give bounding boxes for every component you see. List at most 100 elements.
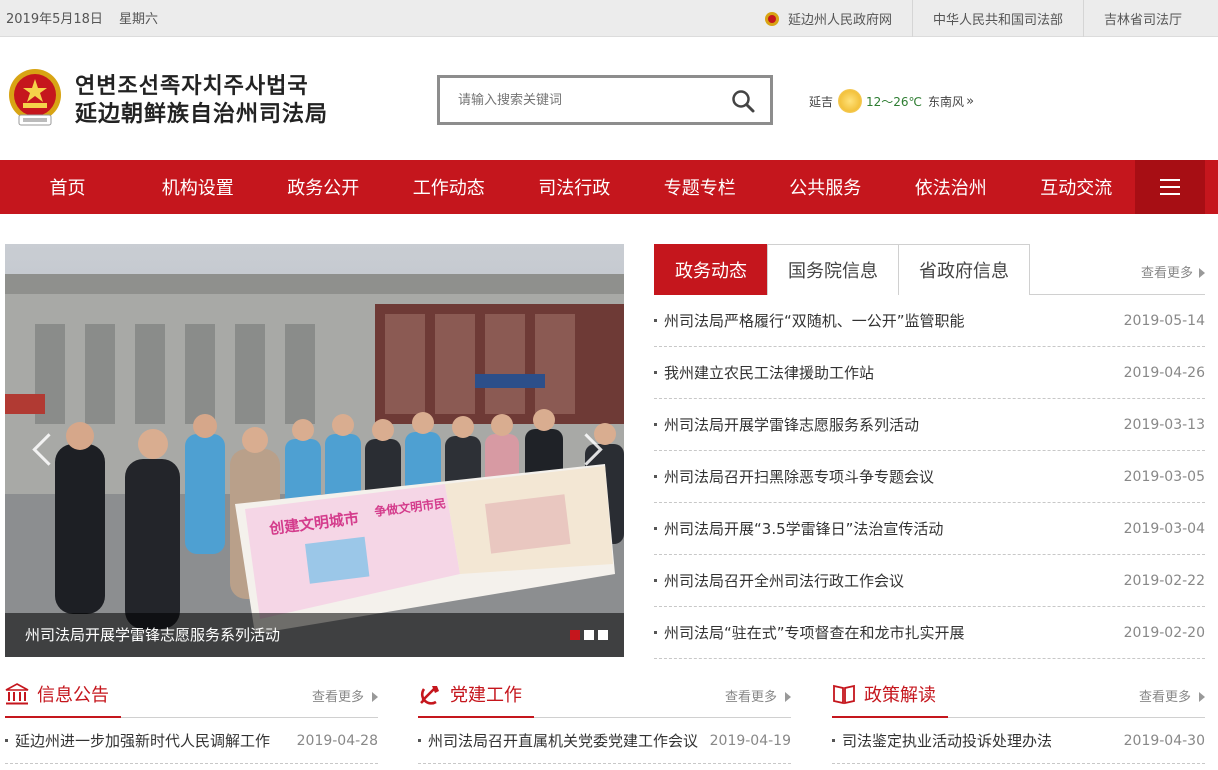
site-logo-text[interactable]: 연변조선족자치주사법국 延边朝鲜族自治州司法局 <box>75 73 328 129</box>
tab-state-council[interactable]: 国务院信息 <box>767 244 899 295</box>
more-label: 查看更多 <box>1140 266 1193 281</box>
news-title[interactable]: 州司法局开展学雷锋志愿服务系列活动 <box>654 414 919 435</box>
news-title[interactable]: 州司法局召开全州司法行政工作会议 <box>654 570 904 591</box>
weather-temp: 12～26℃ <box>866 94 923 109</box>
logo-chinese: 延边朝鲜族自治州司法局 <box>75 102 329 127</box>
nav-item-special-topics[interactable]: 专题专栏 <box>637 160 763 214</box>
site-header: 연변조선족자치주사법국 延边朝鲜族自治州司法局 延吉 12～26℃ 东南风 » <box>0 37 1218 160</box>
news-date: 2019-03-13 <box>1123 416 1205 433</box>
link-ministry-of-justice[interactable]: 中华人民共和国司法部 <box>911 0 1083 37</box>
panel-header: 党建工作 查看更多 <box>418 672 791 718</box>
tab-provincial-gov[interactable]: 省政府信息 <box>898 244 1030 295</box>
panel-more-link[interactable]: 查看更多 <box>312 686 378 705</box>
panel-more-link[interactable]: 查看更多 <box>1139 686 1205 705</box>
sun-icon <box>838 89 863 113</box>
nav-item-organization[interactable]: 机构设置 <box>135 160 261 214</box>
news-tabs: 政务动态 国务院信息 省政府信息 查看更多 <box>654 244 1205 295</box>
nav-item-interaction[interactable]: 互动交流 <box>1014 160 1140 214</box>
weather-widget[interactable]: 延吉 12～26℃ 东南风 » <box>809 89 974 113</box>
panel-policy-interpretation: 政策解读 查看更多 司法鉴定执业活动投诉处理办法 2019-04-30 <box>832 672 1205 764</box>
list-item: 州司法局开展学雷锋志愿服务系列活动 2019-03-13 <box>654 399 1205 451</box>
slider-dot-3[interactable] <box>598 630 608 640</box>
slide-caption[interactable]: 州司法局开展学雷锋志愿服务系列活动 <box>5 613 624 657</box>
list-item: 我州建立农民工法律援助工作站 2019-04-26 <box>654 347 1205 399</box>
panel-item-title[interactable]: 司法鉴定执业活动投诉处理办法 <box>832 730 1052 751</box>
menu-button[interactable] <box>1135 160 1205 214</box>
news-date: 2019-02-22 <box>1123 572 1205 589</box>
more-label: 查看更多 <box>1138 690 1191 705</box>
panel-title[interactable]: 党建工作 <box>418 672 534 718</box>
panel-more-link[interactable]: 查看更多 <box>725 686 791 705</box>
link-label: 延边州人民政府网 <box>787 13 892 28</box>
nav-item-work-news[interactable]: 工作动态 <box>386 160 512 214</box>
nav-item-home[interactable]: 首页 <box>0 160 135 214</box>
list-item: 州司法局开展“3.5学雷锋日”法治宣传活动 2019-03-04 <box>654 503 1205 555</box>
slider-dot-2[interactable] <box>584 630 594 640</box>
list-item: 州司法局召开扫黑除恶专项斗争专题会议 2019-03-05 <box>654 451 1205 503</box>
panel-title[interactable]: 政策解读 <box>832 672 948 718</box>
nav-item-gov-affairs[interactable]: 政务公开 <box>261 160 387 214</box>
news-date: 2019-02-20 <box>1123 624 1205 641</box>
weather-wind: 东南风 <box>928 94 965 109</box>
panel-item-title[interactable]: 州司法局召开直属机关党委党建工作会议 <box>418 730 698 751</box>
more-label: 查看更多 <box>724 690 777 705</box>
nav-item-rule-of-law[interactable]: 依法治州 <box>888 160 1014 214</box>
news-title[interactable]: 州司法局严格履行“双随机、一公开”监管职能 <box>654 310 965 331</box>
slider-prev-arrow-icon[interactable] <box>27 430 57 470</box>
top-links: 延边州人民政府网 中华人民共和国司法部 吉林省司法厅 <box>745 0 1202 37</box>
slide-photo: 创建文明城市 争做文明市民 <box>5 244 624 657</box>
current-date: 2019年5月18日 星期六 <box>6 8 158 27</box>
main-nav: 首页 机构设置 政务公开 工作动态 司法行政 专题专栏 公共服务 依法治州 互动… <box>0 160 1218 214</box>
news-title[interactable]: 州司法局召开扫黑除恶专项斗争专题会议 <box>654 466 934 487</box>
list-item: 司法鉴定执业活动投诉处理办法 2019-04-30 <box>832 718 1205 764</box>
link-jilin-justice-dept[interactable]: 吉林省司法厅 <box>1082 0 1202 37</box>
panel-item-date: 2019-04-19 <box>709 732 791 749</box>
police-emblem-icon[interactable] <box>5 67 65 129</box>
list-item: 州司法局“驻在式”专项督查在和龙市扎实开展 2019-02-20 <box>654 607 1205 659</box>
news-title[interactable]: 州司法局开展“3.5学雷锋日”法治宣传活动 <box>654 518 943 539</box>
weather-more-icon[interactable]: » <box>966 94 974 109</box>
weather-city: 延吉 <box>809 94 834 109</box>
news-date: 2019-03-05 <box>1123 468 1205 485</box>
panel-title[interactable]: 信息公告 <box>5 672 121 718</box>
panel-title-label: 政策解读 <box>864 685 936 706</box>
date-text: 2019年5月18日 <box>6 12 103 27</box>
panel-title-label: 信息公告 <box>37 685 109 706</box>
image-slider[interactable]: 创建文明城市 争做文明市民 州司法局开展学雷锋志愿服务系列活动 <box>5 244 624 657</box>
panel-item-date: 2019-04-30 <box>1123 732 1205 749</box>
panel-title-label: 党建工作 <box>450 685 522 706</box>
weekday-text: 星期六 <box>119 12 159 27</box>
search-icon[interactable] <box>730 88 756 114</box>
book-icon <box>833 684 855 705</box>
news-title[interactable]: 我州建立农民工法律援助工作站 <box>654 362 874 383</box>
nav-item-public-service[interactable]: 公共服务 <box>763 160 889 214</box>
panel-announcements: 信息公告 查看更多 延边州进一步加强新时代人民调解工作 2019-04-28 <box>5 672 378 764</box>
list-item: 州司法局严格履行“双随机、一公开”监管职能 2019-05-14 <box>654 295 1205 347</box>
panel-header: 信息公告 查看更多 <box>5 672 378 718</box>
search-input[interactable] <box>458 90 718 110</box>
news-date: 2019-04-26 <box>1123 364 1205 381</box>
link-yanbian-gov[interactable]: 延边州人民政府网 <box>745 0 912 37</box>
slider-pagination <box>566 630 608 640</box>
list-item: 州司法局召开全州司法行政工作会议 2019-02-22 <box>654 555 1205 607</box>
list-item: 州司法局召开直属机关党委党建工作会议 2019-04-19 <box>418 718 791 764</box>
nav-item-judicial-admin[interactable]: 司法行政 <box>512 160 638 214</box>
list-item: 延边州进一步加强新时代人民调解工作 2019-04-28 <box>5 718 378 764</box>
slider-next-arrow-icon[interactable] <box>575 430 605 470</box>
news-more-link[interactable]: 查看更多 <box>1141 262 1205 281</box>
slider-dot-1[interactable] <box>570 630 580 640</box>
chevron-right-icon <box>1199 268 1205 278</box>
panel-item-title[interactable]: 延边州进一步加强新时代人民调解工作 <box>5 730 270 751</box>
national-emblem-icon <box>764 11 779 26</box>
panel-header: 政策解读 查看更多 <box>832 672 1205 718</box>
hamburger-icon <box>1160 179 1180 195</box>
logo-korean: 연변조선족자치주사법국 <box>75 74 309 99</box>
panel-item-date: 2019-04-28 <box>296 732 378 749</box>
top-utility-bar: 2019年5月18日 星期六 延边州人民政府网 中华人民共和国司法部 吉林省司法… <box>0 0 1218 37</box>
tab-gov-news[interactable]: 政务动态 <box>654 244 768 295</box>
news-date: 2019-03-04 <box>1123 520 1205 537</box>
more-label: 查看更多 <box>311 690 364 705</box>
news-title[interactable]: 州司法局“驻在式”专项督查在和龙市扎实开展 <box>654 622 965 643</box>
news-section: 政务动态 国务院信息 省政府信息 查看更多 州司法局严格履行“双随机、一公开”监… <box>654 244 1205 659</box>
chevron-right-icon <box>785 692 791 702</box>
